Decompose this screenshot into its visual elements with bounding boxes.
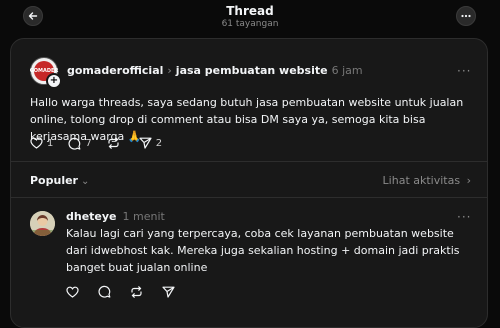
- comment-icon: [68, 137, 81, 150]
- reply-menu-icon[interactable]: ···: [457, 210, 471, 224]
- post-menu-icon[interactable]: ···: [457, 64, 471, 78]
- share-count: 2: [155, 137, 163, 149]
- reply-time: 1 menit: [122, 210, 165, 223]
- post-time: 6 jam: [331, 64, 363, 77]
- avatar-photo: [30, 211, 55, 236]
- author-name[interactable]: gomaderofficial: [67, 64, 163, 77]
- top-bar: Thread 61 tayangan: [0, 0, 500, 36]
- reply-share-button[interactable]: [162, 286, 175, 298]
- reply-repost-button[interactable]: [130, 285, 143, 298]
- activity-label: Lihat aktivitas: [382, 174, 461, 187]
- more-horizontal-icon: [461, 14, 471, 18]
- reply-author[interactable]: dheteye: [66, 210, 117, 223]
- more-options-button[interactable]: [456, 6, 476, 26]
- topic-tag[interactable]: jasa pembuatan website: [176, 64, 328, 77]
- chevron-right-icon: ›: [167, 64, 172, 77]
- comment-button[interactable]: 7: [68, 137, 92, 150]
- reply-comment-button[interactable]: [98, 285, 111, 298]
- reply-body: Kalau lagi cari yang terpercaya, coba ce…: [66, 227, 460, 274]
- post-actions: 1 7 2: [30, 135, 177, 151]
- repost-icon: [131, 285, 142, 298]
- reply-avatar[interactable]: [30, 211, 55, 236]
- send-icon: [162, 286, 175, 298]
- view-count: 61 tayangan: [221, 19, 279, 29]
- chevron-right-icon: ›: [466, 174, 471, 187]
- send-icon: [139, 137, 152, 149]
- reply-actions: [66, 285, 194, 298]
- page-title: Thread: [226, 4, 274, 18]
- reply-header: dheteye 1 menit: [66, 210, 165, 223]
- heart-icon: [30, 137, 43, 149]
- chevron-down-icon: ⌄: [80, 176, 90, 187]
- repost-button[interactable]: [107, 137, 124, 149]
- post-header: gomaderofficial › jasa pembuatan website 6 …: [67, 64, 363, 78]
- like-button[interactable]: 1: [30, 137, 53, 149]
- sort-dropdown[interactable]: Populer ⌄: [30, 174, 89, 187]
- repost-icon: [108, 137, 119, 149]
- thread-card: GOMADER + gomaderofficial › jasa pembuatan…: [10, 38, 488, 328]
- divider: [11, 197, 487, 198]
- heart-icon: [66, 286, 79, 298]
- share-button[interactable]: 2: [139, 137, 162, 149]
- view-activity-link[interactable]: Lihat aktivitas ›: [383, 174, 471, 187]
- follow-plus-icon[interactable]: +: [46, 73, 62, 89]
- sort-label: Populer: [30, 174, 78, 187]
- comment-count: 7: [85, 137, 92, 149]
- like-count: 1: [47, 137, 54, 149]
- reply-like-button[interactable]: [66, 286, 79, 298]
- comment-icon: [98, 285, 111, 298]
- divider: [11, 161, 487, 162]
